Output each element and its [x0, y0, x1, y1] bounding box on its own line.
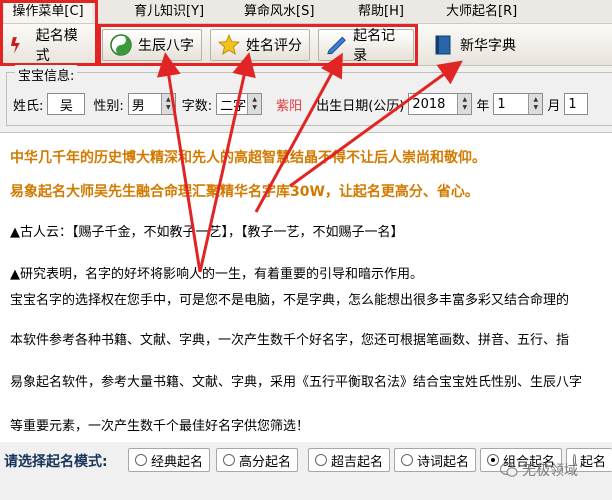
watermark-text: 无极领域	[522, 463, 578, 479]
mode-label: 请选择起名模式:	[4, 454, 108, 470]
day-select[interactable]: 1	[564, 93, 589, 115]
gender-value: 男	[131, 98, 145, 114]
year-unit: 年	[476, 98, 490, 114]
baby-info-group: 宝宝信息: 姓氏: 吴 性别: 男 ▲ ▼ 字数: 二字 ▲ ▼ 紫阳 出生日期(公…	[6, 65, 612, 126]
wechat-icon	[500, 462, 518, 477]
name-score-label: 姓名评分	[246, 38, 302, 54]
name-records-button[interactable]: 起名记录	[318, 28, 414, 64]
month-unit: 月	[547, 98, 561, 114]
mode-option-label: 经典起名	[151, 454, 204, 470]
year-select[interactable]: 2018 ▲ ▼	[408, 93, 473, 115]
ziling-label: 紫阳	[276, 98, 303, 114]
records-icon	[327, 36, 346, 55]
chars-value: 二字	[220, 98, 247, 114]
menu-fortune[interactable]: 算命风水[S]	[238, 1, 320, 23]
chars-label: 字数:	[181, 98, 213, 114]
paragraph-choice: 宝宝名字的选择权在您手中，可是您不是电脑，不是字典，怎么能想出很多丰富多彩又结合…	[10, 293, 570, 308]
birthdate-label: 出生日期(公历)	[316, 98, 405, 114]
xinhua-dict-button[interactable]: 新华字典	[424, 29, 524, 61]
surname-label: 姓氏:	[13, 98, 44, 114]
menu-help[interactable]: 帮助[H]	[352, 1, 410, 23]
month-value: 1	[497, 96, 506, 112]
paragraph-research: ▲研究表明，名字的好坏将影响人的一生，有着重要的引导和暗示作用。	[10, 267, 423, 282]
mode-option-label: 起名	[579, 454, 606, 470]
paragraph-method: 易象起名软件，参考大量书籍、文献、字典，采用《五行平衡取名法》结合宝宝姓氏性别、…	[10, 375, 583, 390]
name-records-label: 起名记录	[353, 28, 396, 64]
mode-option-label: 超吉起名	[331, 454, 384, 470]
radio-icon	[223, 454, 235, 466]
menu-master-naming[interactable]: 大师起名[R]	[440, 1, 523, 23]
day-value: 1	[568, 96, 577, 112]
birth-chart-button[interactable]: 生辰八字	[102, 29, 202, 61]
xinhua-dict-label: 新华字典	[460, 38, 516, 54]
paragraph-software: 本软件参考各种书籍、文献、字典，一次产生数千个好名字，您还可根据笔画数、拼音、五…	[10, 333, 570, 348]
mode-option-auspicious[interactable]: 超吉起名	[308, 448, 391, 472]
menu-parenting[interactable]: 育儿知识[Y]	[128, 1, 210, 23]
watermark: 无极领域	[500, 460, 578, 480]
gender-spin-icon[interactable]: ▲ ▼	[160, 94, 175, 114]
gender-select[interactable]: 男 ▲ ▼	[127, 93, 176, 115]
chars-select[interactable]: 二字 ▲ ▼	[216, 93, 263, 115]
paragraph-elements: 等重要元素，一次产生数千个最佳好名字供您筛选！	[10, 419, 310, 434]
baby-info-row: 姓氏: 吴 性别: 男 ▲ ▼ 字数: 二字 ▲ ▼ 紫阳 出生日期(公历) 201…	[9, 93, 589, 115]
name-score-button[interactable]: 姓名评分	[210, 29, 310, 61]
star-icon	[218, 33, 240, 55]
mode-option-label: 高分起名	[239, 454, 292, 470]
radio-icon	[135, 454, 147, 466]
yin-yang-icon	[110, 34, 132, 56]
dictionary-icon	[435, 35, 451, 55]
toolbar: 起名模式 生辰八字 姓名评分 起名记录 新华字典	[0, 24, 612, 66]
radio-selected-icon	[487, 454, 499, 466]
intro-content: 中华几千年的历史博大精深和先人的高超智慧结晶不得不让后人崇尚和敬仰。 易象起名大…	[0, 132, 612, 442]
year-value: 2018	[412, 96, 446, 112]
menu-bar: 操作菜单[C] 育儿知识[Y] 算命风水[S] 帮助[H] 大师起名[R]	[0, 0, 612, 24]
month-select[interactable]: 1 ▲ ▼	[493, 93, 544, 115]
chars-spin-icon[interactable]: ▲ ▼	[247, 94, 262, 114]
mode-option-classic[interactable]: 经典起名	[128, 448, 211, 472]
mode-option-high-score[interactable]: 高分起名	[216, 448, 299, 472]
mode-option-label: 诗词起名	[417, 454, 470, 470]
menu-operate[interactable]: 操作菜单[C]	[4, 1, 92, 23]
baby-info-title: 宝宝信息:	[15, 65, 78, 84]
gender-label: 性别:	[93, 98, 124, 114]
naming-mode-label: 起名模式	[35, 28, 78, 64]
surname-input[interactable]: 吴	[47, 93, 86, 115]
headline-2: 易象起名大师吴先生融合命理汇聚精华名字库30W，让起名更高分、省心。	[10, 184, 479, 200]
naming-mode-button[interactable]: 起名模式	[0, 28, 98, 64]
mode-option-poetry[interactable]: 诗词起名	[394, 448, 477, 472]
paragraph-ancient-saying: ▲古人云：【赐子千金，不如教子一艺】，【教子一艺，不如赐子一名】	[10, 225, 404, 240]
month-spin-icon[interactable]: ▲ ▼	[528, 94, 543, 114]
year-spin-icon[interactable]: ▲ ▼	[457, 94, 472, 114]
radio-icon	[401, 454, 413, 466]
radio-icon	[315, 454, 327, 466]
birth-chart-label: 生辰八字	[138, 38, 194, 54]
headline-1: 中华几千年的历史博大精深和先人的高超智慧结晶不得不让后人崇尚和敬仰。	[10, 150, 486, 166]
naming-mode-icon	[10, 37, 20, 54]
